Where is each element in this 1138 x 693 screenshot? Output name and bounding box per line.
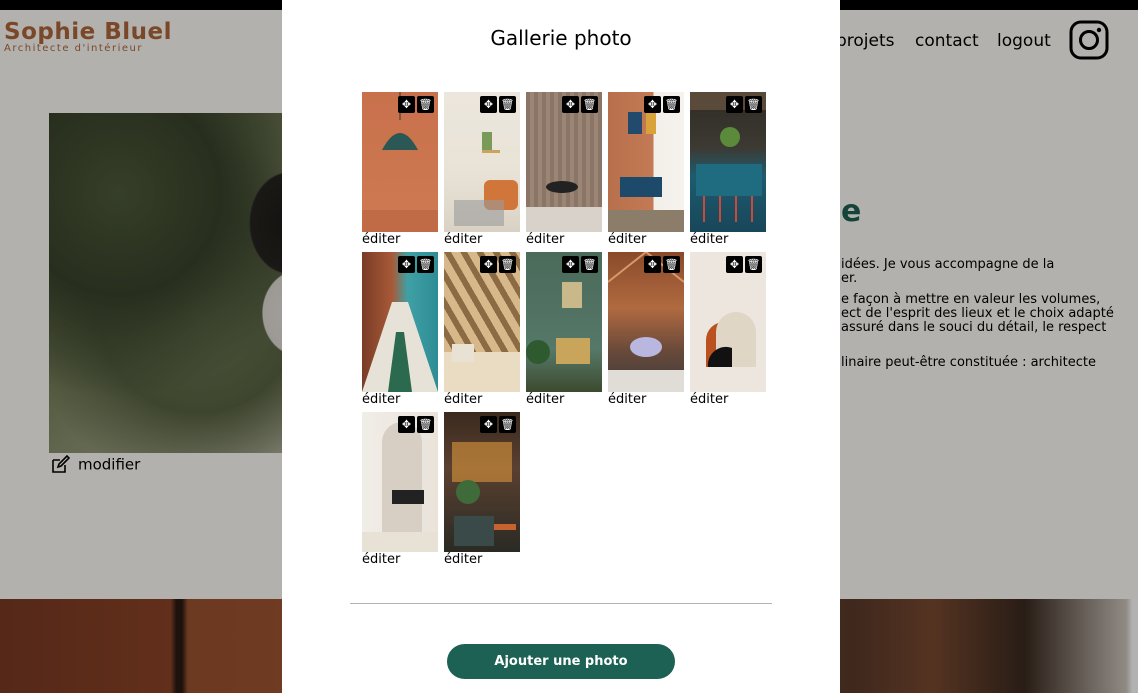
move-icon[interactable]: ✥ [644, 256, 661, 273]
edit-link: éditer [690, 392, 729, 407]
move-icon[interactable]: ✥ [562, 256, 579, 273]
move-icon[interactable]: ✥ [398, 416, 415, 433]
edit-link: éditer [444, 232, 483, 247]
move-icon[interactable]: ✥ [726, 256, 743, 273]
edit-link[interactable]: éditer [362, 232, 400, 247]
trash-icon[interactable]: 🗑 [417, 256, 434, 273]
photo-thumbnail[interactable] [362, 412, 438, 552]
photo-thumbnail[interactable] [362, 252, 438, 392]
move-icon[interactable]: ✥ [480, 256, 497, 273]
edit-link: éditer [690, 232, 729, 247]
move-icon[interactable]: ✥ [726, 96, 743, 113]
edit-link: éditer [444, 392, 483, 407]
trash-icon[interactable]: 🗑 [745, 256, 762, 273]
move-icon[interactable]: ✥ [398, 96, 415, 113]
gallery-item: ✥ 🗑 éditer [690, 92, 766, 252]
gallery-item: ✥ 🗑 éditer [362, 252, 438, 412]
photo-thumbnail[interactable] [690, 252, 766, 392]
move-icon[interactable]: ✥ [480, 416, 497, 433]
gallery-item: ✥ 🗑 éditer [690, 252, 766, 412]
gallery-item: ✥ 🗑 éditer [444, 92, 520, 252]
photo-thumbnail[interactable] [608, 92, 684, 232]
trash-icon[interactable]: 🗑 [581, 256, 598, 273]
trash-icon[interactable]: 🗑 [499, 256, 516, 273]
photo-thumbnail[interactable] [526, 252, 602, 392]
edit-link: éditer [526, 392, 565, 407]
gallery-item: ✥ 🗑 éditer [608, 252, 684, 412]
move-icon[interactable]: ✥ [480, 96, 497, 113]
gallery-item: ✥ 🗑 éditer [362, 92, 438, 252]
trash-icon[interactable]: 🗑 [499, 96, 516, 113]
edit-link: éditer [608, 232, 647, 247]
gallery-item: ✥ 🗑 éditer [444, 252, 520, 412]
move-icon[interactable]: ✥ [644, 96, 661, 113]
gallery-item: ✥ 🗑 éditer [526, 252, 602, 412]
move-icon[interactable]: ✥ [562, 96, 579, 113]
trash-icon[interactable]: 🗑 [663, 256, 680, 273]
photo-thumbnail[interactable] [362, 92, 438, 232]
gallery-item: ✥ 🗑 éditer [526, 92, 602, 252]
edit-link: éditer [526, 232, 565, 247]
trash-icon[interactable]: 🗑 [417, 416, 434, 433]
photo-thumbnail[interactable] [444, 92, 520, 232]
modal-title: Gallerie photo [490, 26, 632, 50]
edit-link: éditer [444, 552, 483, 567]
gallery-item: ✥ 🗑 éditer [362, 412, 438, 572]
trash-icon[interactable]: 🗑 [663, 96, 680, 113]
trash-icon[interactable]: 🗑 [581, 96, 598, 113]
gallery-modal: Gallerie photo ✥ 🗑 éditer ✥ 🗑 éditer ✥ 🗑 [282, 0, 840, 693]
photo-thumbnail[interactable] [444, 412, 520, 552]
photo-thumbnail[interactable] [608, 252, 684, 392]
trash-icon[interactable]: 🗑 [499, 416, 516, 433]
gallery-item: ✥ 🗑 éditer [444, 412, 520, 572]
trash-icon[interactable]: 🗑 [417, 96, 434, 113]
edit-link: éditer [362, 392, 401, 407]
trash-icon[interactable]: 🗑 [745, 96, 762, 113]
gallery-item: ✥ 🗑 éditer [608, 92, 684, 252]
move-icon[interactable]: ✥ [398, 256, 415, 273]
add-photo-button[interactable]: Ajouter une photo [447, 644, 675, 679]
photo-thumbnail[interactable] [690, 92, 766, 232]
photo-thumbnail[interactable] [444, 252, 520, 392]
modal-divider [350, 603, 772, 604]
edit-link: éditer [362, 552, 401, 567]
edit-link: éditer [608, 392, 647, 407]
photo-thumbnail[interactable] [526, 92, 602, 232]
